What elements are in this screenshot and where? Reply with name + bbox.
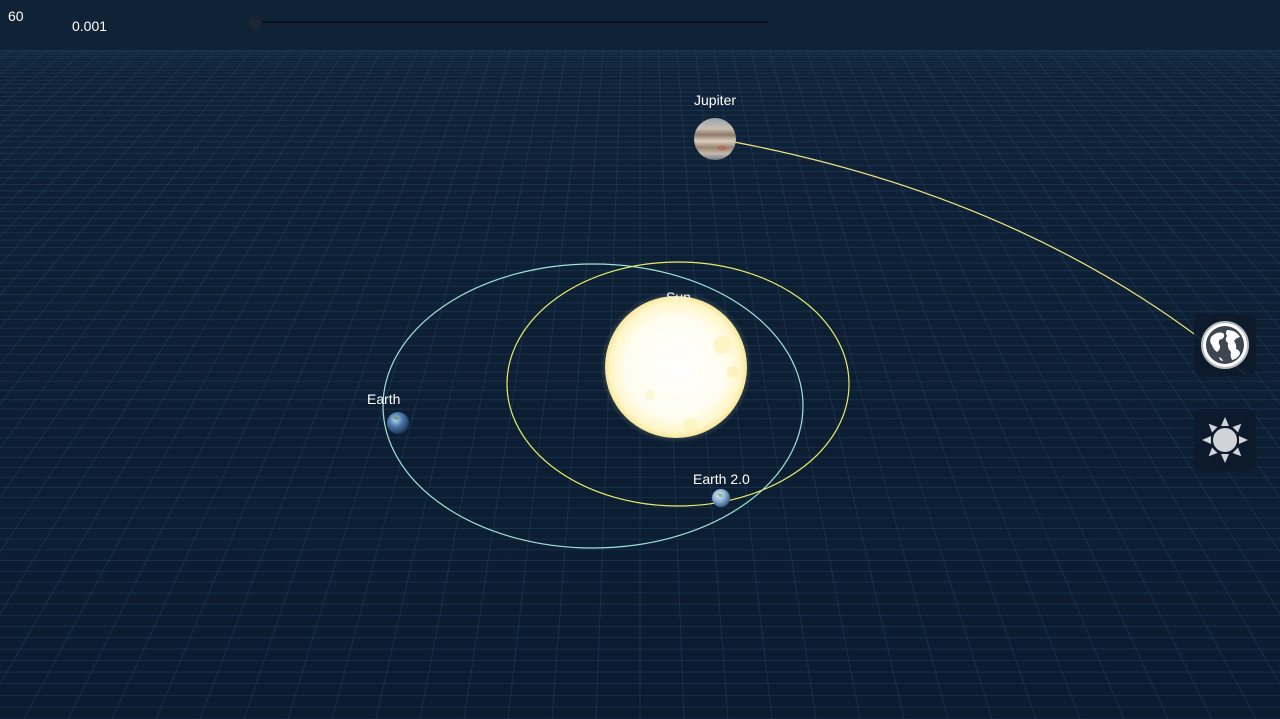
sun-button[interactable] — [1194, 409, 1256, 471]
sun-icon — [1202, 417, 1248, 463]
earth[interactable] — [387, 412, 409, 434]
simulation-viewport[interactable] — [0, 0, 1280, 719]
time-scale-slider-thumb[interactable] — [249, 16, 262, 29]
earth-2-label: Earth 2.0 — [693, 471, 750, 487]
globe-icon — [1201, 321, 1249, 369]
top-bar — [0, 0, 1280, 48]
time-scale-value: 0.001 — [72, 18, 108, 34]
globe-button[interactable] — [1194, 314, 1256, 376]
earth-label: Earth — [367, 391, 401, 407]
sun[interactable] — [600, 291, 752, 443]
fps-counter: 60 — [8, 8, 24, 24]
jupiter[interactable] — [694, 118, 736, 160]
earth-2[interactable] — [712, 489, 730, 507]
jupiter-label: Jupiter — [694, 92, 737, 108]
time-scale-slider[interactable] — [256, 21, 768, 23]
